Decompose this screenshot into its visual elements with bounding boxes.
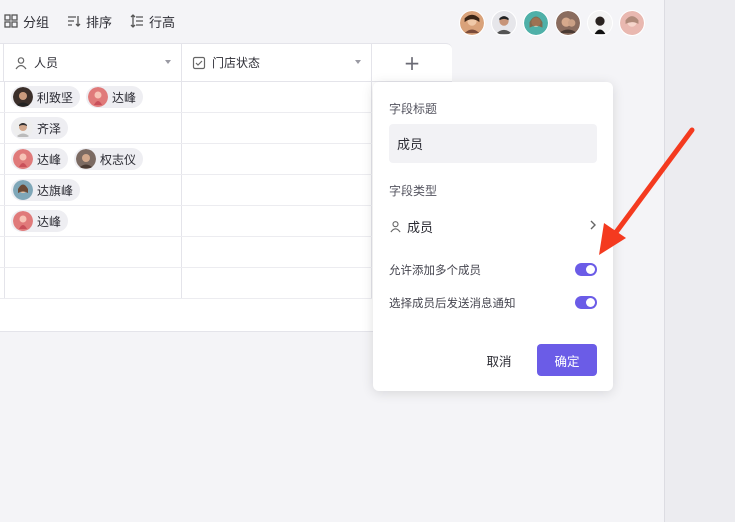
toggle-row-notify: 选择成员后发送消息通知 — [389, 294, 597, 312]
member-avatar — [76, 149, 97, 169]
checkbox-icon — [192, 56, 206, 69]
member-avatar — [13, 118, 33, 138]
chevron-down-icon[interactable] — [165, 60, 171, 64]
status-cell[interactable] — [182, 175, 372, 205]
member-name: 利致坚 — [37, 90, 74, 105]
person-cell[interactable]: 利致坚 达峰 — [4, 82, 182, 112]
avatar-1[interactable] — [459, 10, 485, 36]
toggle-knob — [586, 265, 595, 274]
sort-icon — [68, 16, 81, 27]
toggle-notify[interactable] — [575, 296, 597, 309]
collaborator-avatars — [459, 10, 645, 36]
row-height-button[interactable]: 行高 — [130, 12, 175, 31]
cancel-button[interactable]: 取消 — [481, 344, 517, 376]
person-cell[interactable] — [4, 268, 182, 298]
app-window: 分组 排序 行高 人员 门店状态 + 利致坚 达峰 齐泽 达峰 权志仪 达旗峰 … — [0, 0, 665, 522]
member-avatar — [13, 180, 33, 200]
toggle-label-notify: 选择成员后发送消息通知 — [389, 296, 516, 310]
table-row[interactable]: 达峰 权志仪 — [0, 144, 372, 175]
member-avatar — [13, 87, 33, 107]
plus-icon: + — [403, 50, 421, 75]
table-row[interactable]: 达旗峰 — [0, 175, 372, 206]
avatar-3[interactable] — [523, 10, 549, 36]
avatar-2[interactable] — [491, 10, 517, 36]
member-name: 齐泽 — [37, 121, 62, 136]
member-chip[interactable]: 利致坚 — [11, 86, 81, 108]
person-cell[interactable]: 齐泽 — [4, 113, 182, 143]
member-name: 权志仪 — [100, 152, 137, 167]
status-cell[interactable] — [182, 144, 372, 174]
field-settings-panel: 字段标题 成员 字段类型 成员 允许添加多个成员 选择成员后发送消息通知 取消 … — [373, 82, 613, 391]
member-name: 达峰 — [37, 214, 62, 229]
avatar-4[interactable] — [555, 10, 581, 36]
person-cell[interactable]: 达峰 权志仪 — [4, 144, 182, 174]
status-cell[interactable] — [182, 82, 372, 112]
table-row[interactable] — [0, 268, 372, 299]
member-name: 达峰 — [37, 152, 62, 167]
status-cell[interactable] — [182, 113, 372, 143]
column-label-store-status: 门店状态 — [212, 56, 261, 70]
status-cell[interactable] — [182, 268, 372, 298]
member-name: 达旗峰 — [37, 183, 74, 198]
person-icon — [15, 56, 27, 69]
group-label: 分组 — [23, 15, 50, 31]
member-avatar — [13, 149, 33, 169]
toggle-row-multiple-members: 允许添加多个成员 — [389, 261, 597, 279]
member-chip[interactable]: 达峰 — [86, 86, 144, 108]
table-row[interactable] — [0, 237, 372, 268]
sort-button[interactable]: 排序 — [67, 12, 112, 31]
column-label-person: 人员 — [34, 56, 59, 70]
member-chip[interactable]: 达旗峰 — [11, 179, 81, 201]
person-icon — [390, 220, 401, 232]
person-cell[interactable] — [4, 237, 182, 267]
field-type-select[interactable]: 成员 — [389, 215, 597, 237]
field-title-value: 成员 — [397, 138, 424, 153]
person-cell[interactable]: 达旗峰 — [4, 175, 182, 205]
field-title-input[interactable]: 成员 — [389, 124, 597, 163]
member-name: 达峰 — [112, 90, 137, 105]
avatar-6[interactable] — [619, 10, 645, 36]
confirm-button[interactable]: 确定 — [537, 344, 597, 376]
toggle-label-multiple-members: 允许添加多个成员 — [389, 263, 481, 277]
row-height-icon — [130, 14, 144, 28]
right-background — [665, 0, 735, 522]
row-height-label: 行高 — [149, 15, 176, 31]
column-header-store-status[interactable]: 门店状态 — [182, 44, 372, 82]
table-row[interactable]: 利致坚 达峰 — [0, 82, 372, 113]
avatar-5[interactable] — [587, 10, 613, 36]
member-avatar — [13, 211, 33, 231]
field-type-label: 字段类型 — [389, 184, 438, 198]
field-type-value: 成员 — [407, 220, 434, 236]
chevron-down-icon[interactable] — [355, 60, 361, 64]
group-button[interactable]: 分组 — [4, 12, 49, 31]
status-cell[interactable] — [182, 237, 372, 267]
person-cell[interactable]: 达峰 — [4, 206, 182, 236]
member-chip[interactable]: 齐泽 — [11, 117, 69, 139]
column-header-person[interactable]: 人员 — [4, 44, 182, 82]
status-cell[interactable] — [182, 206, 372, 236]
chevron-right-icon — [590, 220, 596, 230]
table-row[interactable]: 达峰 — [0, 206, 372, 237]
add-column-button[interactable]: + — [372, 44, 452, 82]
member-chip[interactable]: 权志仪 — [74, 148, 144, 170]
toggle-knob — [586, 298, 595, 307]
member-avatar — [88, 87, 109, 107]
member-chip[interactable]: 达峰 — [11, 210, 69, 232]
sort-label: 排序 — [86, 15, 113, 31]
grid-icon — [4, 14, 18, 28]
table-row[interactable]: 齐泽 — [0, 113, 372, 144]
field-title-label: 字段标题 — [389, 102, 438, 116]
toggle-multiple-members[interactable] — [575, 263, 597, 276]
toolbar: 分组 排序 行高 — [0, 0, 665, 42]
member-chip[interactable]: 达峰 — [11, 148, 69, 170]
